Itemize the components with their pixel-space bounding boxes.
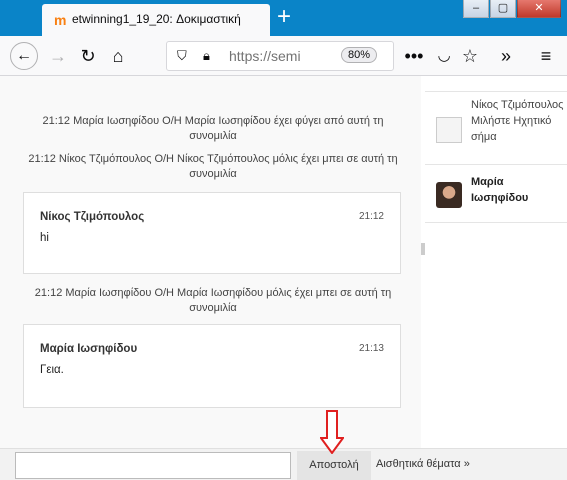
user-actions[interactable]: Μιλήστε Ηχητικό σήμα <box>471 113 557 145</box>
message-time: 21:12 <box>358 211 384 222</box>
forward-arrow-icon[interactable]: → <box>46 44 70 68</box>
themes-link[interactable]: Αισθητικά θέματα » <box>376 458 470 470</box>
red-down-arrow-annotation <box>320 410 344 454</box>
avatar <box>436 117 462 143</box>
chat-message-input[interactable] <box>15 452 291 479</box>
system-message: 21:12 Μαρία Ιωσηφίδου Ο/Η Μαρία Ιωσηφίδο… <box>42 115 384 142</box>
message-text: hi <box>40 232 49 244</box>
user-name: Μαρία Ιωσηφίδου <box>471 176 529 204</box>
chat-composer: Αποστολή Αισθητικά θέματα » <box>0 448 567 480</box>
new-tab-button[interactable]: + <box>274 5 294 30</box>
user-list-item[interactable]: Νίκος Τζιμόπουλος Μιλήστε Ηχητικό σήμα <box>425 91 567 165</box>
back-arrow-icon[interactable]: ← <box>10 42 38 70</box>
bookmark-star-icon[interactable]: ☆ <box>458 44 482 68</box>
reload-icon[interactable]: ↻ <box>76 44 100 68</box>
chat-message: Μαρία Ιωσηφίδου 21:13 Γεια. <box>23 324 401 408</box>
chat-message: Νίκος Τζιμόπουλος 21:12 hi <box>23 192 401 274</box>
user-name: Νίκος Τζιμόπουλος <box>471 99 564 111</box>
shield-icon[interactable]: ⛉ <box>177 48 187 64</box>
message-author: Νίκος Τζιμόπουλος <box>40 211 145 223</box>
message-text: Γεια. <box>40 364 64 376</box>
lock-icon[interactable]: 🔒︎ <box>203 48 210 64</box>
home-icon[interactable]: ⌂ <box>106 44 130 68</box>
overflow-chevron-icon[interactable]: » <box>494 44 518 68</box>
message-time: 21:13 <box>358 343 384 354</box>
url-bar[interactable]: ⛉ 🔒︎ https://semi 80% <box>166 41 394 71</box>
browser-tab[interactable]: m etwinning1_19_20: Δοκιμαστική <box>42 4 270 36</box>
close-icon[interactable]: ✕ <box>517 0 561 18</box>
system-message: 21:12 Νίκος Τζιμόπουλος Ο/Η Νίκος Τζιμόπ… <box>28 153 398 180</box>
url-text[interactable]: https://semi <box>229 48 301 64</box>
window-controls: – ▢ ✕ <box>462 0 561 20</box>
chat-messages-pane[interactable]: 21:12 Μαρία Ιωσηφίδου Ο/Η Μαρία Ιωσηφίδο… <box>0 76 421 448</box>
tab-title: etwinning1_19_20: Δοκιμαστική <box>72 12 241 26</box>
message-author: Μαρία Ιωσηφίδου <box>40 343 138 355</box>
send-button[interactable]: Αποστολή <box>297 451 371 480</box>
maximize-icon[interactable]: ▢ <box>490 0 516 18</box>
avatar <box>436 182 462 208</box>
menu-icon[interactable]: ≡ <box>534 44 558 68</box>
browser-titlebar: m etwinning1_19_20: Δοκιμαστική + – ▢ ✕ <box>0 0 567 36</box>
users-list: Νίκος Τζιμόπουλος Μιλήστε Ηχητικό σήμα Μ… <box>425 76 567 448</box>
zoom-badge[interactable]: 80% <box>341 47 378 63</box>
system-message: 21:12 Μαρία Ιωσηφίδου Ο/Η Μαρία Ιωσηφίδο… <box>34 287 392 314</box>
pocket-icon[interactable]: ◡ <box>432 44 456 68</box>
user-list-item[interactable]: Μαρία Ιωσηφίδου <box>425 169 567 223</box>
page-actions-icon[interactable]: ••• <box>402 44 426 68</box>
browser-navbar: ← → ↻ ⌂ ⛉ 🔒︎ https://semi 80% ••• ◡ ☆ » … <box>0 36 567 76</box>
moodle-icon: m <box>54 12 67 28</box>
minimize-icon[interactable]: – <box>463 0 489 18</box>
